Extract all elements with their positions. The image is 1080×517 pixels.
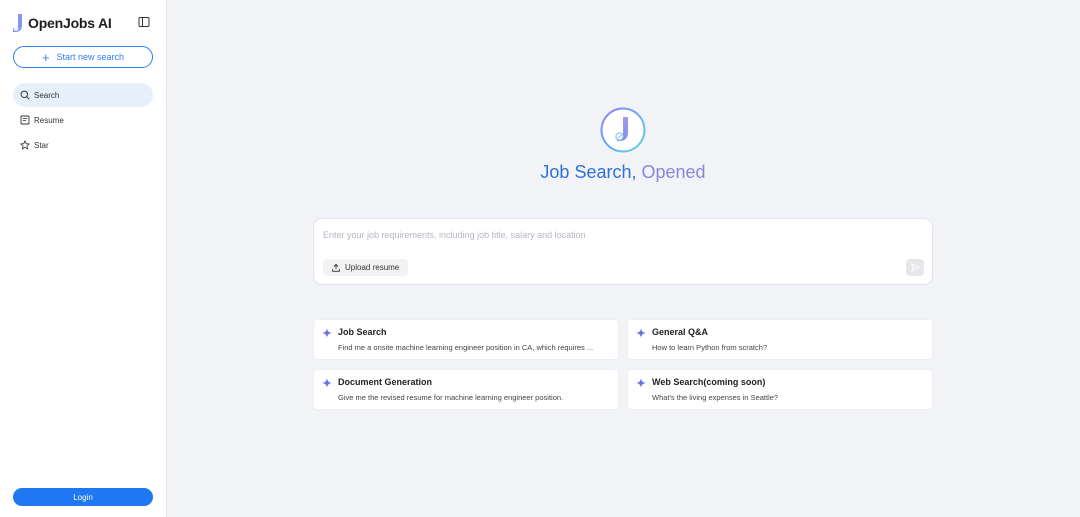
- plus-icon: +: [41, 49, 50, 65]
- card-description: What's the living expenses in Seattle?: [652, 393, 779, 402]
- search-icon: [20, 90, 30, 100]
- sparkle-icon: [322, 328, 332, 338]
- sidebar-item-resume[interactable]: Resume: [13, 108, 153, 132]
- suggestion-card-job-search[interactable]: Job Search Find me a onsite machine lear…: [313, 319, 619, 360]
- star-icon: [20, 140, 30, 150]
- upload-resume-button[interactable]: Upload resume: [323, 259, 409, 276]
- suggestion-card-document-generation[interactable]: Document Generation Give me the revised …: [313, 369, 619, 410]
- card-title: Job Search: [338, 327, 387, 337]
- upload-resume-label: Upload resume: [345, 263, 400, 272]
- start-new-search-button[interactable]: + Start new search: [13, 46, 153, 68]
- sparkle-icon: [636, 328, 646, 338]
- card-title: Document Generation: [338, 377, 433, 387]
- sidebar-item-label: Resume: [34, 115, 64, 125]
- card-description: Find me a onsite machine learning engine…: [338, 343, 594, 352]
- openjobs-logo-icon: [13, 14, 22, 32]
- card-title: General Q&A: [652, 327, 709, 337]
- sidebar-item-label: Star: [34, 140, 49, 150]
- send-button[interactable]: [906, 259, 924, 276]
- sidebar-item-search[interactable]: Search: [13, 83, 153, 107]
- card-description: How to learn Python from scratch?: [652, 343, 768, 352]
- card-title: Web Search(coming soon): [652, 377, 766, 387]
- job-requirements-input[interactable]: [323, 230, 903, 240]
- hero-title-accent: Opened: [641, 162, 706, 182]
- upload-icon: [332, 263, 340, 272]
- sidebar-toggle-icon[interactable]: [138, 16, 150, 28]
- sidebar-item-label: Search: [34, 90, 60, 100]
- suggestion-card-general-qa[interactable]: General Q&A How to learn Python from scr…: [627, 319, 933, 360]
- sparkle-icon: [322, 378, 332, 388]
- brand[interactable]: OpenJobs AI: [13, 13, 112, 33]
- hero-title-primary: Job Search,: [540, 162, 637, 182]
- card-description: Give me the revised resume for machine l…: [338, 393, 564, 402]
- hero-title: Job Search, Opened: [313, 162, 933, 183]
- login-button[interactable]: Login: [13, 488, 153, 506]
- suggestion-card-web-search[interactable]: Web Search(coming soon) What's the livin…: [627, 369, 933, 410]
- sidebar: OpenJobs AI + Start new search Search Re…: [0, 0, 167, 517]
- send-icon: [910, 263, 920, 272]
- start-new-search-label: Start new search: [56, 52, 125, 62]
- sidebar-item-star[interactable]: Star: [13, 133, 153, 157]
- openjobs-hero-logo-icon: [600, 107, 646, 153]
- brand-name: OpenJobs AI: [28, 15, 112, 31]
- sparkle-icon: [636, 378, 646, 388]
- query-box: Upload resume: [313, 218, 933, 285]
- resume-icon: [20, 115, 30, 125]
